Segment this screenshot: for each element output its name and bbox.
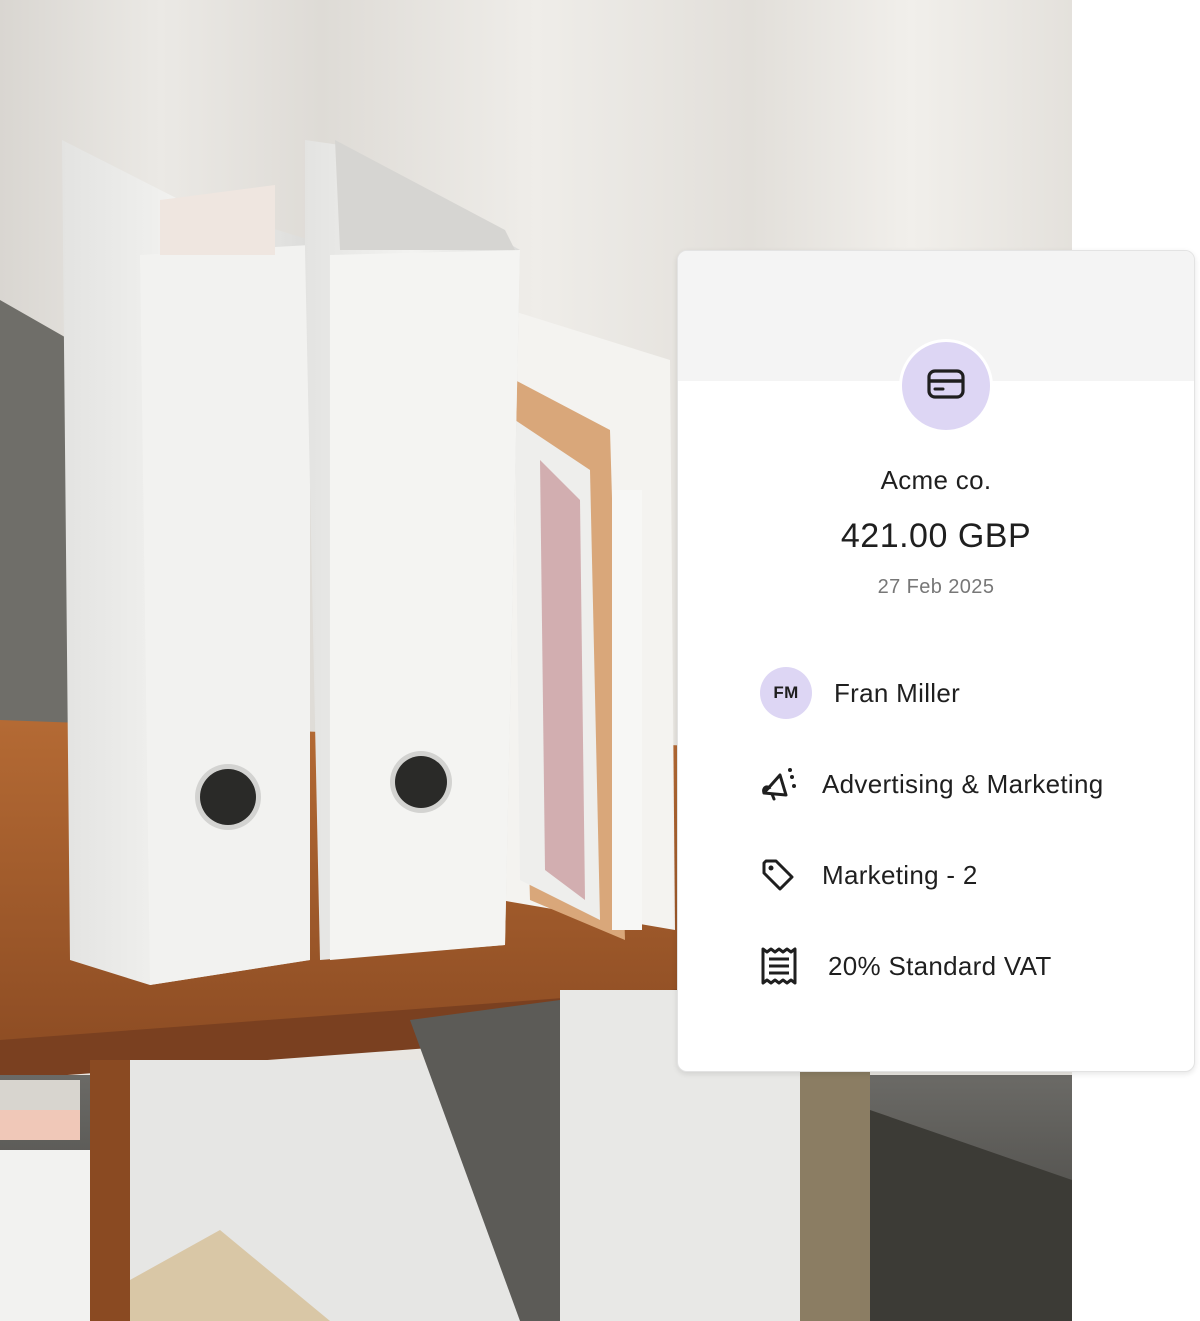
tag-label: Marketing - 2 xyxy=(822,859,978,890)
expense-amount: 421.00 GBP xyxy=(840,517,1032,555)
receipt-icon xyxy=(760,946,800,986)
megaphone-icon xyxy=(760,764,800,804)
category-row[interactable]: Advertising & Marketing xyxy=(760,758,1103,810)
user-name: Fran Miller xyxy=(834,677,961,708)
expense-card[interactable]: Acme co. 421.00 GBP 27 Feb 2025 FM Fran … xyxy=(677,250,1195,1072)
tag-row[interactable]: Marketing - 2 xyxy=(760,849,978,901)
assignee-row[interactable]: FM Fran Miller xyxy=(760,667,960,719)
merchant-name: Acme co. xyxy=(880,465,992,495)
category-label: Advertising & Marketing xyxy=(822,768,1104,799)
expense-date: 27 Feb 2025 xyxy=(877,576,995,598)
merchant-avatar xyxy=(899,339,993,433)
tax-row[interactable]: 20% Standard VAT xyxy=(760,940,1052,992)
tag-icon xyxy=(760,855,800,895)
credit-card-icon xyxy=(927,368,965,404)
tax-label: 20% Standard VAT xyxy=(828,950,1052,981)
user-avatar: FM xyxy=(760,667,812,719)
